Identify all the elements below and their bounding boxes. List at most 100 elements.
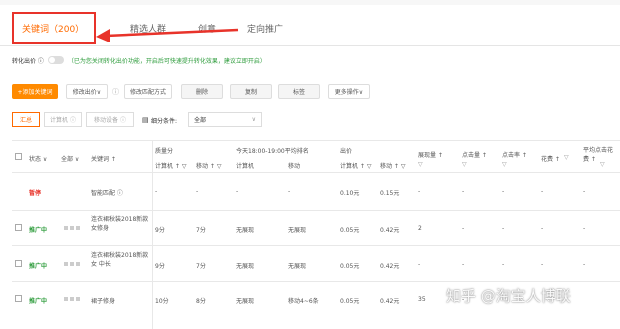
bid-computer[interactable]: 0.05元: [340, 261, 359, 270]
copy-button[interactable]: 复制: [230, 84, 272, 99]
top-strip: [0, 0, 620, 5]
summary-tab[interactable]: 汇总: [12, 112, 40, 127]
quality-mobile: 7分: [196, 227, 206, 234]
clicks: -: [462, 225, 465, 232]
quality-computer: 9分: [155, 227, 165, 234]
clicks: -: [462, 188, 465, 195]
avg-cpc: -: [583, 225, 586, 232]
bid-mobile[interactable]: 0.42元: [380, 261, 399, 270]
status-label[interactable]: 推广中: [29, 296, 47, 305]
impressions: -: [418, 188, 421, 195]
row-icons: [64, 262, 80, 266]
row-checkbox[interactable]: [15, 295, 22, 302]
quality-computer: -: [155, 188, 158, 195]
keyword-text: 连衣裙秋装2018新款女 中长: [91, 252, 149, 268]
filter-icon[interactable]: ▽: [462, 161, 467, 168]
bid-computer[interactable]: 0.05元: [340, 296, 359, 305]
column-divider: [152, 140, 153, 329]
add-keyword-button[interactable]: +添加关键词: [12, 84, 58, 99]
ctr: -: [502, 261, 505, 268]
header-bottom-border: [12, 172, 620, 173]
header-keyword[interactable]: 关键词 ↑: [91, 154, 116, 163]
keyword-text: 智能匹配 ⓘ: [91, 190, 123, 197]
keyword-text: 连衣裙秋装2018新款女修身: [91, 216, 149, 232]
header-bid: 出价: [340, 148, 353, 155]
row-divider: [12, 281, 620, 282]
more-actions-dropdown[interactable]: 更多操作∨: [328, 84, 370, 99]
bid-computer[interactable]: 0.10元: [340, 188, 359, 197]
rank-computer: 无展现: [236, 263, 255, 270]
header-bid-computer[interactable]: 计算机 ↑ ▽: [340, 161, 371, 170]
status-label[interactable]: 暂停: [29, 188, 41, 197]
row-divider: [12, 245, 620, 246]
modify-match-button[interactable]: 修改匹配方式: [124, 84, 172, 99]
avg-cpc: -: [583, 188, 586, 195]
watermark: 知乎 @淘宝人博联: [446, 287, 571, 305]
segment-value: 全部: [194, 117, 207, 124]
bid-mobile[interactable]: 0.42元: [380, 296, 399, 305]
impressions: 35: [418, 296, 426, 303]
rank-computer: 无展现: [236, 298, 255, 305]
header-ctr[interactable]: 点击率 ↑: [502, 150, 527, 159]
select-all-checkbox[interactable]: [15, 153, 22, 160]
annotation-arrow: [96, 28, 239, 42]
quality-mobile: 7分: [196, 263, 206, 270]
impressions: -: [418, 261, 421, 268]
header-quality-mobile[interactable]: 移动 ↑ ▽: [196, 161, 221, 170]
segment-select[interactable]: 全部 ∨: [188, 112, 262, 127]
chevron-down-icon: ∨: [251, 116, 256, 123]
header-impressions[interactable]: 展现量 ↑: [418, 150, 443, 159]
ctr: -: [502, 225, 505, 232]
header-today-rank: 今天18:00-19:00平均排名: [236, 148, 309, 155]
clicks: -: [462, 261, 465, 268]
segment-icon: ▤: [142, 116, 149, 124]
header-status[interactable]: 状态 ∨: [29, 154, 47, 163]
row-checkbox[interactable]: [15, 224, 22, 231]
cost: -: [541, 225, 544, 232]
bid-mobile[interactable]: 0.15元: [380, 188, 399, 197]
row-icons: [64, 226, 80, 230]
tab-targeting[interactable]: 定向推广: [247, 22, 283, 35]
header-all[interactable]: 全部 ∨: [61, 154, 79, 163]
row-icons: [64, 297, 80, 301]
filter-icon[interactable]: ▽: [418, 161, 423, 168]
row-divider: [12, 210, 620, 211]
quality-mobile: 8分: [196, 298, 206, 305]
filter-icon[interactable]: ▽: [564, 154, 569, 161]
conversion-label: 转化出价 ⓘ: [12, 57, 44, 65]
header-bid-mobile[interactable]: 移动 ↑ ▽: [380, 161, 405, 170]
tag-button[interactable]: 标签: [278, 84, 320, 99]
conversion-toggle[interactable]: [47, 56, 64, 64]
bid-mobile[interactable]: 0.42元: [380, 225, 399, 234]
avg-cpc: -: [583, 261, 586, 268]
filter-icon[interactable]: ▽: [502, 161, 507, 168]
conversion-hint: （已为您关闭转化出价功能，开启后可快速提升转化效果，建议立即开启）: [67, 57, 266, 65]
header-clicks[interactable]: 点击量 ↑: [462, 150, 487, 159]
modify-bid-dropdown[interactable]: 修改出价∨: [66, 84, 108, 99]
rank-mobile: -: [288, 188, 291, 195]
status-label[interactable]: 推广中: [29, 225, 47, 234]
header-quality-computer[interactable]: 计算机 ↑ ▽: [155, 161, 186, 170]
mobile-tab[interactable]: 移动设备 ⓘ: [86, 112, 134, 127]
filter-icon[interactable]: ▽: [600, 161, 605, 168]
status-label[interactable]: 推广中: [29, 261, 47, 270]
header-quality: 质量分: [155, 148, 174, 155]
cost: -: [541, 261, 544, 268]
segment-label: 细分条件:: [151, 118, 178, 125]
rank-computer: 无展现: [236, 227, 255, 234]
table-top-border: [12, 140, 620, 141]
impressions: 2: [418, 225, 422, 232]
row-checkbox[interactable]: [15, 260, 22, 267]
highlight-box: [12, 12, 96, 44]
header-rank-mobile: 移动: [288, 163, 301, 170]
quality-computer: 10分: [155, 298, 169, 305]
conversion-row: 转化出价 ⓘ （已为您关闭转化出价功能，开启后可快速提升转化效果，建议立即开启）: [12, 54, 266, 66]
keyword-text: 裙子修身: [91, 298, 116, 305]
computer-tab[interactable]: 计算机 ⓘ: [44, 112, 82, 127]
header-cost[interactable]: 花费 ↑: [541, 154, 560, 163]
cost: -: [541, 188, 544, 195]
delete-button[interactable]: 删除: [181, 84, 223, 99]
bid-computer[interactable]: 0.05元: [340, 225, 359, 234]
header-rank-computer: 计算机: [236, 163, 255, 170]
quality-mobile: -: [196, 188, 199, 195]
